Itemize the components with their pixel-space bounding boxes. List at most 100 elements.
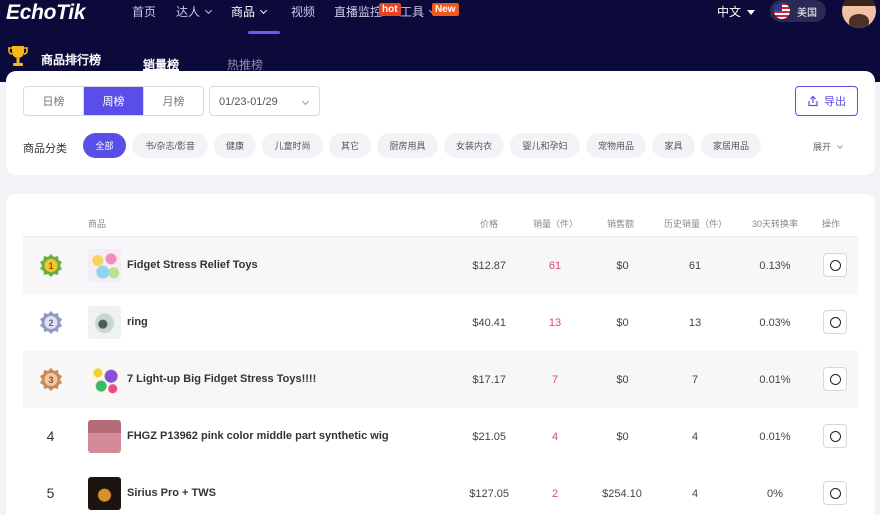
history-sales-cell: 4 (691, 431, 699, 443)
chevron-down-icon (204, 6, 213, 15)
hot-badge: hot (379, 3, 401, 16)
product-thumbnail[interactable] (88, 420, 121, 453)
category-chip-pet[interactable]: 宠物用品 (586, 133, 646, 158)
search-icon[interactable] (823, 253, 847, 277)
avatar[interactable] (842, 0, 876, 28)
conversion-cell: 0.13% (759, 260, 791, 272)
svg-text:3: 3 (48, 375, 53, 385)
product-thumbnail[interactable] (88, 363, 121, 396)
column-header-sales[interactable]: 销量（件） (533, 217, 578, 230)
price-cell: $127.05 (469, 488, 509, 500)
region-label: 美国 (797, 8, 817, 19)
trophy-icon (8, 46, 28, 66)
nav-item-influencers[interactable]: 达人 (176, 3, 213, 20)
conversion-cell: 0.03% (759, 317, 791, 329)
history-sales-cell: 13 (688, 317, 702, 329)
category-chip-home[interactable]: 家居用品 (701, 133, 761, 158)
conversion-cell: 0.01% (759, 431, 791, 443)
revenue-cell: $254.10 (602, 488, 642, 500)
nav-item-home[interactable]: 首页 (132, 3, 156, 20)
product-name[interactable]: Fidget Stress Relief Toys (127, 259, 258, 271)
table-row[interactable]: 1 Fidget Stress Relief Toys $12.87 61 $0… (23, 237, 858, 294)
nav-item-products[interactable]: 商品 (231, 3, 268, 20)
column-header-price[interactable]: 价格 (480, 217, 498, 230)
export-button[interactable]: 导出 (795, 86, 858, 116)
column-header-revenue[interactable]: 销售额 (607, 217, 634, 230)
history-sales-cell: 61 (688, 260, 702, 272)
language-label: 中文 (717, 5, 742, 19)
bronze-medal-icon: 3 (40, 368, 62, 391)
language-selector[interactable]: 中文 (717, 3, 756, 20)
category-chip-kids-fashion[interactable]: 儿童时尚 (262, 133, 323, 158)
search-icon[interactable] (823, 481, 847, 505)
conversion-cell: 0.01% (759, 374, 791, 386)
region-selector[interactable]: 美国 (770, 0, 826, 22)
revenue-cell: $0 (616, 431, 629, 443)
search-icon[interactable] (823, 424, 847, 448)
column-header-action: 操作 (822, 219, 841, 229)
nav-item-label: 达人 (176, 5, 201, 19)
product-name[interactable]: FHGZ P13962 pink color middle part synth… (127, 430, 389, 442)
category-chip-kitchen[interactable]: 厨房用具 (377, 133, 438, 158)
product-name[interactable]: Sirius Pro + TWS (127, 487, 216, 499)
export-label: 导出 (824, 96, 846, 108)
category-chip-furniture[interactable]: 家具 (652, 133, 695, 158)
category-chip-health[interactable]: 健康 (214, 133, 256, 158)
nav-item-tools[interactable]: 工具 (400, 3, 437, 20)
sales-cell: 61 (548, 260, 562, 272)
product-thumbnail[interactable] (88, 477, 121, 510)
category-chip-womens-wear[interactable]: 女装内衣 (444, 133, 504, 158)
export-icon (808, 95, 818, 107)
rank-number: 4 (46, 428, 55, 444)
category-chip-books[interactable]: 书/杂志/影音 (132, 133, 208, 158)
product-thumbnail[interactable] (88, 306, 121, 339)
period-switch: 日榜 周榜 月榜 (23, 86, 204, 116)
column-header-product: 商品 (88, 219, 107, 229)
echotik-logo[interactable]: EchoTik (6, 1, 86, 25)
category-chip-baby-maternity[interactable]: 婴儿和孕妇 (510, 133, 580, 158)
svg-text:2: 2 (48, 318, 53, 328)
price-cell: $40.41 (472, 317, 506, 329)
rank-number: 5 (46, 485, 55, 501)
table-row[interactable]: 3 7 Light-up Big Fidget Stress Toys!!!! … (23, 351, 858, 408)
column-header-history-sales[interactable]: 历史销量（件） (664, 217, 727, 230)
conversion-cell: 0% (767, 488, 783, 500)
revenue-cell: $0 (616, 317, 629, 329)
caret-down-icon (747, 10, 756, 15)
revenue-cell: $0 (616, 374, 629, 386)
price-cell: $12.87 (472, 260, 506, 272)
history-sales-cell: 4 (691, 488, 699, 500)
new-badge: New (432, 3, 459, 16)
expand-categories-button[interactable]: 展开 (813, 140, 843, 153)
product-name[interactable]: ring (127, 316, 148, 328)
product-name[interactable]: 7 Light-up Big Fidget Stress Toys!!!! (127, 373, 316, 385)
column-header-conversion[interactable]: 30天转换率 (752, 217, 798, 230)
price-cell: $21.05 (472, 431, 506, 443)
category-chip-all[interactable]: 全部 (83, 133, 126, 158)
sales-cell: 4 (551, 431, 559, 443)
date-range-select[interactable]: 01/23-01/29 (209, 86, 320, 116)
period-weekly-button[interactable]: 周榜 (83, 87, 143, 115)
nav-active-indicator (248, 31, 280, 34)
gold-medal-icon: 1 (40, 254, 62, 277)
sales-cell: 13 (548, 317, 562, 329)
chevron-down-icon (837, 143, 843, 149)
chevron-down-icon (301, 97, 310, 106)
period-monthly-button[interactable]: 月榜 (143, 87, 203, 115)
period-daily-button[interactable]: 日榜 (24, 87, 83, 115)
sales-cell: 7 (551, 374, 559, 386)
svg-text:1: 1 (48, 261, 53, 271)
product-thumbnail[interactable] (88, 249, 121, 282)
nav-item-videos[interactable]: 视频 (291, 3, 315, 20)
date-range-value: 01/23-01/29 (219, 96, 278, 108)
table-row[interactable]: 2 ring $40.41 13 $0 13 0.03% (23, 294, 858, 351)
revenue-cell: $0 (616, 260, 629, 272)
category-chip-other[interactable]: 其它 (329, 133, 371, 158)
table-row[interactable]: 5 Sirius Pro + TWS $127.05 2 $254.10 4 0… (23, 465, 858, 515)
price-cell: $17.17 (472, 374, 506, 386)
search-icon[interactable] (823, 310, 847, 334)
table-row[interactable]: 4 FHGZ P13962 pink color middle part syn… (23, 408, 858, 465)
nav-item-label: 商品 (231, 5, 256, 19)
search-icon[interactable] (823, 367, 847, 391)
nav-item-live-monitor[interactable]: 直播监控 (334, 3, 382, 20)
